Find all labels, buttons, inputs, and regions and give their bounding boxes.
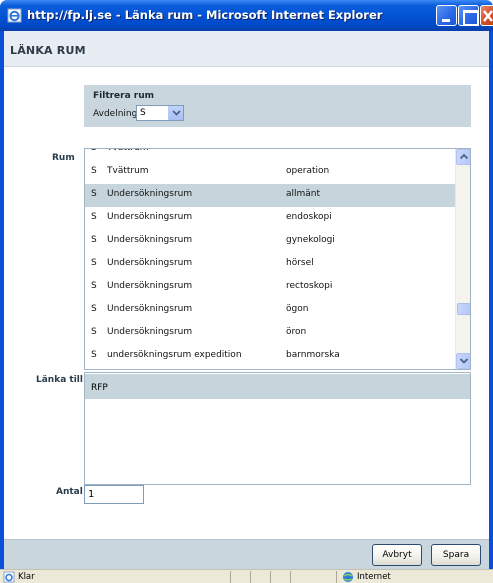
cancel-button[interactable]: Avbryt (372, 544, 422, 566)
department-select-value: S (140, 108, 146, 118)
link-to-listbox[interactable]: RFP (84, 372, 471, 485)
room-department: S (91, 327, 97, 337)
room-row[interactable]: Sundersökningsrum expedition barnmorska (85, 345, 455, 368)
link-to-item-label: RFP (91, 383, 108, 393)
room-name: Tvättrum (107, 166, 149, 176)
room-category: allmänt (286, 189, 321, 199)
status-divider (270, 571, 271, 583)
internet-zone-icon (343, 572, 353, 582)
quantity-field[interactable] (84, 485, 144, 504)
room-name: Undersökningsrum (107, 304, 193, 314)
link-to-label: Länka till (36, 375, 83, 385)
dialog-footer: Avbryt Spara (4, 539, 489, 569)
room-department: S (91, 281, 97, 291)
department-dropdown-button[interactable] (168, 106, 183, 120)
status-bar: Klar Internet (0, 569, 493, 583)
link-to-item[interactable]: RFP (85, 374, 470, 399)
room-department: S (91, 212, 97, 222)
room-department: S (91, 148, 97, 153)
room-department: S (91, 258, 97, 268)
save-button[interactable]: Spara (431, 544, 481, 566)
scroll-thumb[interactable] (457, 303, 470, 315)
room-category: operation (286, 166, 330, 176)
room-name: Tvättrum (107, 148, 149, 153)
status-divider (336, 571, 337, 583)
chevron-down-icon (172, 110, 181, 116)
room-category: endoskopi (286, 212, 332, 222)
room-category: hörsel (286, 258, 314, 268)
status-divider (250, 571, 251, 583)
room-name: undersökningsrum expedition (107, 350, 242, 360)
security-zone-text: Internet (357, 572, 391, 582)
room-name: Undersökningsrum (107, 235, 193, 245)
window-title: http://fp.lj.se - Länka rum - Microsoft … (27, 8, 383, 22)
room-row[interactable]: S Undersökningsrum öron (85, 322, 455, 345)
page-title: LÄNKA RUM (10, 44, 86, 57)
room-row[interactable]: S Undersökningsrum gynekologi (85, 230, 455, 253)
minimize-button[interactable] (436, 5, 457, 26)
room-name: Undersökningsrum (107, 189, 193, 199)
status-divider (230, 571, 231, 583)
page-header: LÄNKA RUM (4, 31, 489, 67)
room-row[interactable]: S Tvättrum operation (85, 161, 455, 184)
status-text: Klar (18, 572, 35, 582)
room-department: S (91, 189, 97, 199)
room-row[interactable]: S Undersökningsrum allmänt (85, 184, 455, 207)
window-titlebar[interactable]: http://fp.lj.se - Länka rum - Microsoft … (0, 0, 493, 31)
room-department: S (91, 235, 97, 245)
room-department: S (91, 304, 97, 314)
room-row[interactable]: S Undersökningsrum endoskopi (85, 207, 455, 230)
close-button[interactable] (480, 5, 493, 26)
close-icon (483, 10, 493, 22)
status-divider (290, 571, 291, 583)
filter-panel: Filtrera rum Avdelning S (84, 85, 471, 127)
maximize-button[interactable] (458, 5, 479, 26)
room-category: öron (286, 327, 307, 337)
dialog-content: LÄNKA RUM Filtrera rum Avdelning S Rum S… (4, 31, 489, 569)
ie-page-icon (7, 8, 22, 23)
room-department: S (91, 350, 97, 360)
room-category: barnmorska (286, 350, 340, 360)
rooms-listbox[interactable]: S Tvättrum S Tvättrum operation S Undersökning… (84, 148, 471, 370)
quantity-label: Antal (56, 487, 83, 497)
scroll-down-button[interactable] (456, 353, 470, 369)
room-department: S (91, 166, 97, 176)
room-row[interactable]: S Undersökningsrum ögon (85, 299, 455, 322)
room-row[interactable]: S Tvättrum (85, 148, 455, 161)
room-row[interactable]: Sundersökningsrum expeditionallmänt (85, 368, 455, 369)
room-name: Undersökningsrum (107, 327, 193, 337)
room-category: gynekologi (286, 235, 335, 245)
filter-title: Filtrera rum (93, 91, 155, 101)
room-name: Undersökningsrum (107, 281, 193, 291)
scroll-up-button[interactable] (456, 149, 470, 165)
page-done-icon (3, 571, 15, 583)
department-select[interactable]: S (136, 105, 184, 121)
chevron-up-icon (459, 153, 469, 160)
chevron-down-icon (459, 358, 469, 364)
quantity-input[interactable] (88, 487, 144, 502)
room-name: Undersökningsrum (107, 258, 193, 268)
room-category: ögon (286, 304, 309, 314)
room-row[interactable]: S Undersökningsrum hörsel (85, 253, 455, 276)
rooms-label: Rum (52, 153, 75, 163)
department-label: Avdelning (93, 109, 138, 119)
rooms-scrollbar[interactable] (455, 149, 470, 369)
room-row[interactable]: S Undersökningsrum rectoskopi (85, 276, 455, 299)
room-category: rectoskopi (286, 281, 333, 291)
window-frame-right (489, 31, 493, 569)
room-name: Undersökningsrum (107, 212, 193, 222)
